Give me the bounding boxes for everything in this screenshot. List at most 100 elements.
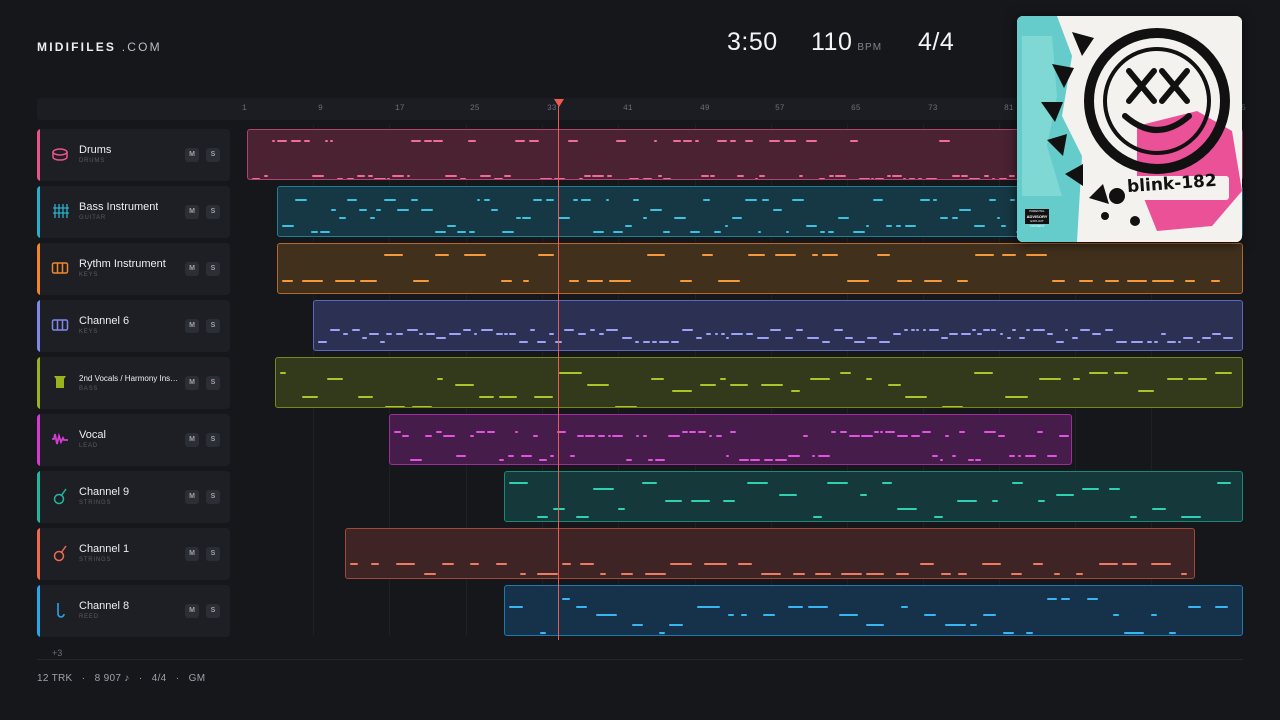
solo-button[interactable]: S bbox=[206, 547, 220, 561]
midi-note bbox=[945, 435, 949, 437]
playhead-handle[interactable] bbox=[554, 99, 564, 107]
solo-button[interactable]: S bbox=[206, 148, 220, 162]
midi-note bbox=[974, 225, 985, 227]
midi-note bbox=[654, 140, 657, 142]
midi-note bbox=[755, 178, 758, 179]
track-name: 2nd Vocals / Harmony Ins… bbox=[79, 374, 179, 383]
solo-button[interactable]: S bbox=[206, 433, 220, 447]
mute-button[interactable]: M bbox=[185, 148, 199, 162]
mute-button[interactable]: M bbox=[185, 376, 199, 390]
solo-button[interactable]: S bbox=[206, 262, 220, 276]
track-header-rythm-instrument[interactable]: Rythm Instrument KEYS M S bbox=[37, 243, 230, 295]
midi-note bbox=[421, 209, 433, 211]
midi-note bbox=[940, 217, 948, 219]
midi-note bbox=[959, 209, 971, 211]
solo-button[interactable]: S bbox=[206, 490, 220, 504]
midi-note bbox=[368, 175, 373, 177]
midi-note bbox=[643, 341, 650, 343]
midi-note bbox=[479, 396, 494, 398]
track-color-bar bbox=[37, 300, 40, 352]
clip-channel-8[interactable] bbox=[504, 585, 1243, 636]
midi-note bbox=[991, 329, 996, 331]
midi-note bbox=[761, 573, 781, 575]
track-name: Channel 8 bbox=[79, 600, 130, 612]
track-header-drums[interactable]: Drums DRUMS M S bbox=[37, 129, 230, 181]
midi-note bbox=[1079, 280, 1093, 282]
track-header-2nd-vocals[interactable]: 2nd Vocals / Harmony Ins… BASS M S bbox=[37, 357, 230, 409]
clip-channel-9[interactable] bbox=[504, 471, 1243, 522]
midi-note bbox=[665, 500, 682, 502]
midi-note bbox=[726, 455, 729, 457]
midi-note bbox=[849, 435, 860, 437]
midi-note bbox=[616, 140, 626, 142]
waveform-icon bbox=[52, 432, 68, 445]
midi-note bbox=[312, 175, 324, 177]
mute-button[interactable]: M bbox=[185, 547, 199, 561]
midi-note bbox=[392, 175, 404, 177]
clip-channel-1[interactable] bbox=[345, 528, 1195, 579]
track-color-bar bbox=[37, 357, 40, 409]
mute-button[interactable]: M bbox=[185, 262, 199, 276]
midi-note bbox=[330, 140, 333, 142]
midi-note bbox=[509, 333, 516, 335]
midi-note bbox=[651, 378, 664, 380]
midi-note bbox=[359, 209, 367, 211]
midi-note bbox=[302, 396, 318, 398]
midi-note bbox=[668, 435, 680, 437]
midi-note bbox=[456, 455, 466, 457]
track-instrument: DRUMS bbox=[79, 158, 105, 164]
footer-stats: 12 TRK · 8 907 ♪ · 4/4 · GM bbox=[37, 673, 205, 684]
midi-note bbox=[496, 563, 507, 565]
midi-note bbox=[362, 337, 367, 339]
midi-note bbox=[1169, 632, 1176, 634]
midi-note bbox=[437, 378, 443, 380]
track-header-vocal[interactable]: Vocal LEAD M S bbox=[37, 414, 230, 466]
midi-note bbox=[1181, 573, 1187, 575]
track-header-channel-9[interactable]: Channel 9 STRINGS M S bbox=[37, 471, 230, 523]
midi-note bbox=[553, 508, 565, 510]
track-color-bar bbox=[37, 528, 40, 580]
playhead[interactable] bbox=[558, 106, 559, 640]
track-header-channel-1[interactable]: Channel 1 STRINGS M S bbox=[37, 528, 230, 580]
midi-note bbox=[1012, 482, 1023, 484]
midi-note bbox=[533, 199, 542, 201]
solo-button[interactable]: S bbox=[206, 376, 220, 390]
midi-note bbox=[879, 341, 890, 343]
midi-note bbox=[728, 614, 734, 616]
midi-note bbox=[803, 435, 808, 437]
clip-channel-6[interactable] bbox=[313, 300, 1243, 351]
midi-note bbox=[387, 178, 390, 179]
midi-note bbox=[410, 459, 422, 461]
mute-button[interactable]: M bbox=[185, 319, 199, 333]
track-header-bass-instrument[interactable]: Bass Instrument GUITAR M S bbox=[37, 186, 230, 238]
midi-note bbox=[828, 231, 834, 233]
midi-note bbox=[696, 337, 702, 339]
midi-note bbox=[411, 140, 421, 142]
mute-button[interactable]: M bbox=[185, 433, 199, 447]
midi-note bbox=[1026, 329, 1030, 331]
more-tracks-indicator[interactable]: +3 bbox=[52, 648, 62, 658]
midi-note bbox=[564, 329, 574, 331]
midi-note bbox=[896, 225, 901, 227]
mute-button[interactable]: M bbox=[185, 205, 199, 219]
midi-note bbox=[1130, 516, 1137, 518]
midi-note bbox=[815, 573, 831, 575]
track-header-channel-8[interactable]: Channel 8 REED M S bbox=[37, 585, 230, 637]
solo-button[interactable]: S bbox=[206, 604, 220, 618]
midi-note bbox=[559, 372, 582, 374]
mute-button[interactable]: M bbox=[185, 604, 199, 618]
clip-rythm-instrument[interactable] bbox=[277, 243, 1243, 294]
midi-note bbox=[435, 254, 449, 256]
track-header-channel-6[interactable]: Channel 6 KEYS M S bbox=[37, 300, 230, 352]
midi-note bbox=[339, 217, 346, 219]
clip-vocal[interactable] bbox=[389, 414, 1072, 465]
midi-note bbox=[534, 396, 553, 398]
midi-note bbox=[716, 435, 722, 437]
midi-note bbox=[343, 333, 348, 335]
site-logo[interactable]: MIDIFILES .COM bbox=[37, 40, 162, 54]
clip-2nd-vocals[interactable] bbox=[275, 357, 1243, 408]
mute-button[interactable]: M bbox=[185, 490, 199, 504]
solo-button[interactable]: S bbox=[206, 319, 220, 333]
solo-button[interactable]: S bbox=[206, 205, 220, 219]
advisory-bottom: EXPLICIT CONTENT bbox=[1029, 219, 1045, 228]
